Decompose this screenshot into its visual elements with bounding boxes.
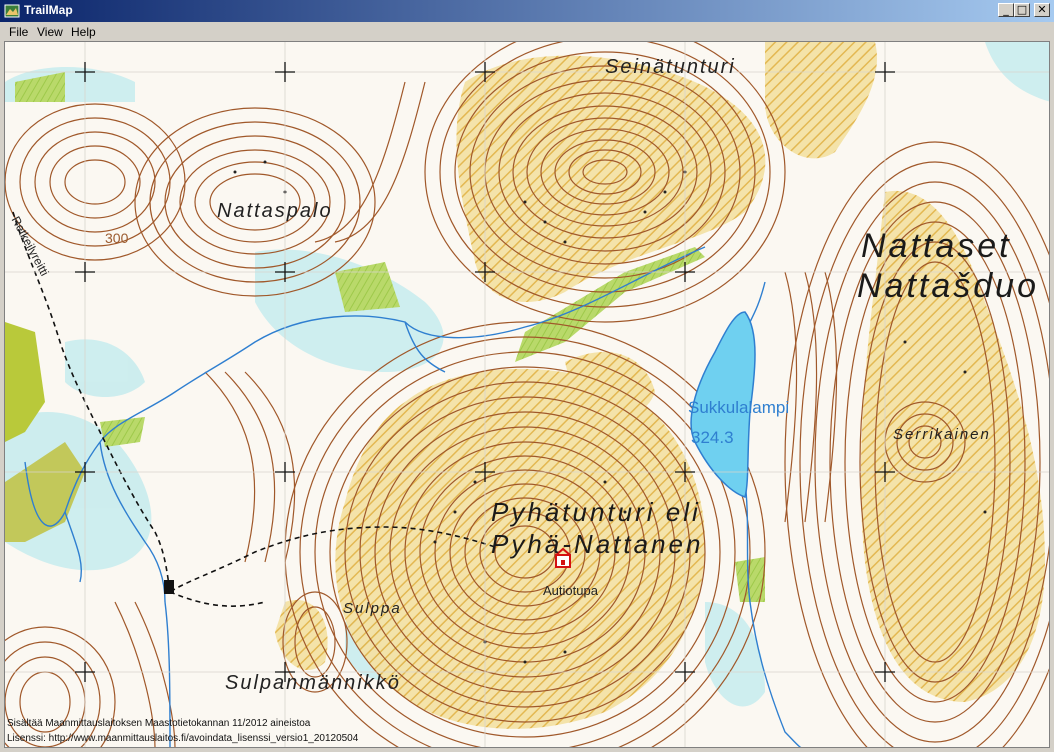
attribution-line-1: Sisältää Maanmittauslaitoksen Maastotiet… [7,718,311,729]
label-sukkulalampi: Sukkulalampi [688,398,790,417]
label-seinatunturi: Seinätunturi [605,56,736,78]
label-nattaspalo: Nattaspalo [217,200,333,222]
close-button[interactable]: ✕ [1034,3,1050,17]
label-nattaset: Nattaset [861,227,1012,265]
label-sulpanmannikko: Sulpanmännikkö [225,672,401,694]
attribution-line-2: Lisenssi: http://www.maanmittauslaitos.f… [7,733,359,744]
menu-view[interactable]: View [32,24,68,40]
label-nattasduo: Nattašduo [857,267,1039,305]
label-autiotupa: Autiotupa [543,583,598,598]
hiking-trail-east [169,591,266,607]
label-pyha-nattanen: Pyhä-Nattanen [491,529,704,559]
menu-file[interactable]: File [4,24,33,40]
label-contour-300: 300 [105,230,129,246]
maximize-button[interactable]: □ [1014,3,1030,17]
menu-bar: File View Help [0,22,1054,41]
label-serrikainen: Serrikainen [893,426,991,443]
map-view[interactable]: Nattaset Nattašduo Seinätunturi Nattaspa… [4,41,1050,748]
trail-junction-marker [164,580,174,594]
menu-help[interactable]: Help [66,24,101,40]
window-title: TrailMap [24,3,73,17]
app-icon [4,4,20,18]
title-bar: TrailMap _ □ ✕ [0,0,1054,22]
label-sulppa: Sulppa [343,600,402,617]
map-canvas[interactable] [5,42,1050,748]
label-pyhatunturi: Pyhätunturi eli [491,497,701,527]
label-lake-elevation: 324.3 [691,428,734,447]
rocky-areas [275,42,1045,729]
minimize-button[interactable]: _ [998,3,1014,17]
